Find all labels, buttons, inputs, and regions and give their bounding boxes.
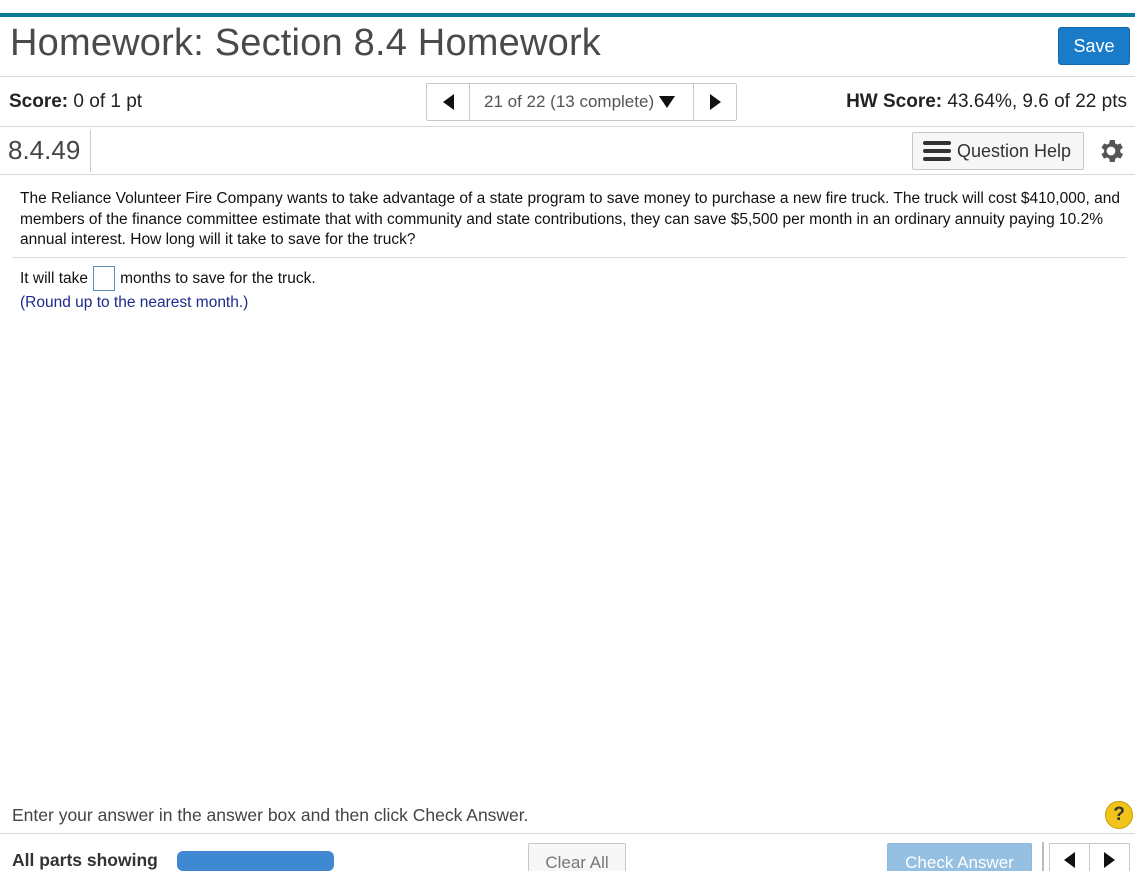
previous-question-button[interactable] [427,84,469,120]
hw-score-label: HW Score: [846,91,943,112]
list-icon [923,141,951,161]
hw-score-display: HW Score: 43.64%, 9.6 of 22 pts [846,91,1127,113]
accent-bar [0,13,1135,17]
question-help-button[interactable]: Question Help [912,132,1084,170]
previous-question-button[interactable] [1050,844,1089,871]
hw-score-value: 43.64%, 9.6 of 22 pts [947,91,1127,112]
triangle-left-icon [442,94,454,110]
divider [0,833,1135,834]
triangle-left-icon [1064,852,1075,868]
question-selector-dropdown[interactable]: 21 of 22 (13 complete) [469,84,694,120]
score-label: Score: [9,91,69,112]
divider [90,130,91,172]
clear-all-button[interactable]: Clear All [528,843,626,871]
divider [0,76,1135,77]
parts-progress-bar [177,851,334,871]
divider [0,126,1135,127]
score-value: 0 of 1 pt [73,91,143,112]
triangle-right-icon [709,94,721,110]
answer-suffix: months to save for the truck. [120,269,316,287]
divider [1042,842,1044,871]
answer-input[interactable] [93,266,116,291]
next-question-button[interactable] [694,84,736,120]
score-display: Score: 0 of 1 pt [9,91,142,113]
gear-icon[interactable] [1096,136,1126,166]
triangle-right-icon [1104,852,1115,868]
answer-line: It will take months to save for the truc… [20,266,316,291]
page-title: Homework: Section 8.4 Homework [10,22,601,64]
check-answer-button[interactable]: Check Answer [887,843,1032,871]
question-circle-icon[interactable]: ? [1105,801,1133,829]
rounding-hint: (Round up to the nearest month.) [20,294,249,311]
question-navigator: 21 of 22 (13 complete) [426,83,737,121]
question-number: 8.4.49 [8,135,81,165]
triangle-down-icon [659,96,676,108]
divider [12,257,1126,258]
parts-showing-label: All parts showing [12,850,158,870]
bottom-navigator [1049,843,1130,871]
question-text: The Reliance Volunteer Fire Company want… [20,190,1120,248]
next-question-button[interactable] [1089,844,1129,871]
question-help-label: Question Help [957,140,1072,161]
instructions-text: Enter your answer in the answer box and … [12,805,529,825]
answer-prefix: It will take [20,269,89,287]
save-button[interactable]: Save [1058,27,1130,65]
question-position-label: 21 of 22 (13 complete) [484,92,655,111]
divider [0,174,1135,175]
